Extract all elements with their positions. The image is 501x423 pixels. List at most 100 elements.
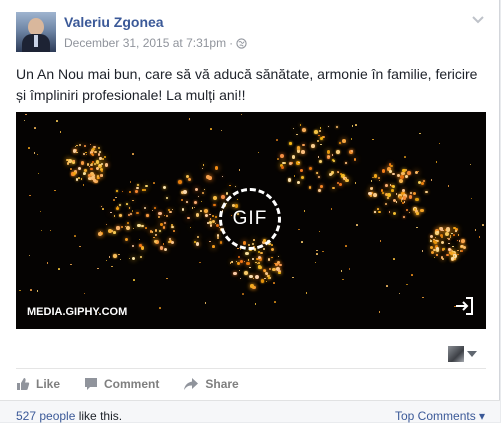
firework-spark xyxy=(111,265,113,268)
firework-spark xyxy=(319,126,322,129)
firework-spark xyxy=(320,185,323,189)
gif-player[interactable]: GIF MEDIA.GIPHY.COM xyxy=(16,112,486,329)
firework-spark xyxy=(342,278,344,281)
firework-spark xyxy=(132,153,134,155)
firework-spark xyxy=(231,260,234,263)
firework-spark xyxy=(220,129,223,132)
firework-spark xyxy=(106,223,108,226)
firework-spark xyxy=(338,182,342,186)
firework-spark xyxy=(288,161,292,165)
firework-spark xyxy=(25,113,27,116)
firework-spark xyxy=(195,241,200,246)
firework-spark xyxy=(221,195,225,199)
firework-spark xyxy=(257,251,260,253)
firework-spark xyxy=(198,196,200,198)
firework-spark xyxy=(82,153,85,156)
firework-spark xyxy=(474,229,477,231)
firework-spark xyxy=(318,230,321,233)
firework-spark xyxy=(129,181,132,183)
firework-spark xyxy=(395,201,397,203)
firework-spark xyxy=(30,289,32,291)
firework-spark xyxy=(115,206,120,210)
author-name[interactable]: Valeriu Zgonea xyxy=(64,14,164,30)
chevron-down-icon[interactable] xyxy=(470,14,486,26)
firework-spark xyxy=(59,131,61,133)
firework-spark xyxy=(372,138,374,141)
firework-spark xyxy=(453,226,456,229)
firework-spark xyxy=(163,214,165,216)
firework-spark xyxy=(168,208,171,211)
firework-spark xyxy=(316,253,318,255)
firework-spark xyxy=(393,211,397,215)
firework-spark xyxy=(298,228,300,231)
media-source-label[interactable]: MEDIA.GIPHY.COM xyxy=(27,306,127,318)
firework-spark xyxy=(119,258,122,261)
firework-spark xyxy=(391,184,395,188)
firework-spark xyxy=(335,125,339,128)
firework-spark xyxy=(76,152,78,154)
firework-spark xyxy=(373,173,378,178)
firework-spark xyxy=(257,151,260,154)
firework-spark xyxy=(168,241,171,244)
firework-spark xyxy=(419,132,421,135)
firework-spark xyxy=(239,277,241,279)
firework-spark xyxy=(93,150,97,154)
firework-spark xyxy=(386,197,389,200)
firework-spark xyxy=(438,142,441,145)
firework-spark xyxy=(209,218,212,220)
firework-spark xyxy=(36,290,39,292)
share-button[interactable]: Share xyxy=(183,377,239,391)
gif-play-badge[interactable]: GIF xyxy=(219,188,281,250)
firework-spark xyxy=(171,208,173,210)
firework-spark xyxy=(332,186,336,190)
firework-spark xyxy=(213,203,217,207)
firework-spark xyxy=(391,189,394,192)
firework-spark xyxy=(302,143,305,146)
firework-spark xyxy=(333,159,336,162)
firework-spark xyxy=(39,210,42,213)
firework-spark xyxy=(421,181,425,186)
firework-spark xyxy=(421,250,424,252)
firework-spark xyxy=(452,245,454,248)
share-out-icon[interactable] xyxy=(454,296,474,316)
avatar[interactable] xyxy=(16,12,56,52)
firework-spark xyxy=(461,250,463,252)
firework-spark xyxy=(398,178,403,183)
firework-spark xyxy=(430,179,433,181)
firework-spark xyxy=(28,147,30,149)
firework-spark xyxy=(195,188,199,192)
firework-spark xyxy=(316,171,319,175)
firework-spark xyxy=(270,248,275,252)
firework-spark xyxy=(450,237,452,239)
like-button[interactable]: Like xyxy=(16,377,60,391)
firework-spark xyxy=(405,209,408,211)
firework-spark xyxy=(199,261,201,264)
firework-spark xyxy=(193,200,198,205)
firework-spark xyxy=(72,171,77,175)
firework-spark xyxy=(95,159,100,164)
post-timestamp[interactable]: December 31, 2015 at 7:31pm xyxy=(64,36,226,50)
firework-spark xyxy=(356,224,358,226)
firework-spark xyxy=(131,256,136,261)
firework-spark xyxy=(412,192,416,196)
firework-spark xyxy=(317,139,320,142)
firework-spark xyxy=(317,134,320,137)
share-arrow-icon xyxy=(184,378,199,390)
firework-spark xyxy=(73,160,75,162)
firework-spark xyxy=(395,193,398,195)
firework-spark xyxy=(70,263,72,266)
firework-spark xyxy=(131,210,134,212)
firework-spark xyxy=(433,240,437,244)
firework-spark xyxy=(422,296,424,299)
comment-button[interactable]: Comment xyxy=(84,377,159,391)
firework-spark xyxy=(447,248,451,252)
firework-spark xyxy=(305,292,308,294)
firework-spark xyxy=(396,174,400,178)
avatar-tie xyxy=(34,35,38,47)
firework-spark xyxy=(429,234,434,239)
firework-spark xyxy=(166,277,168,280)
post-as-selector[interactable] xyxy=(448,346,477,362)
firework-spark xyxy=(212,215,214,217)
firework-spark xyxy=(345,178,349,183)
firework-spark xyxy=(76,145,78,147)
